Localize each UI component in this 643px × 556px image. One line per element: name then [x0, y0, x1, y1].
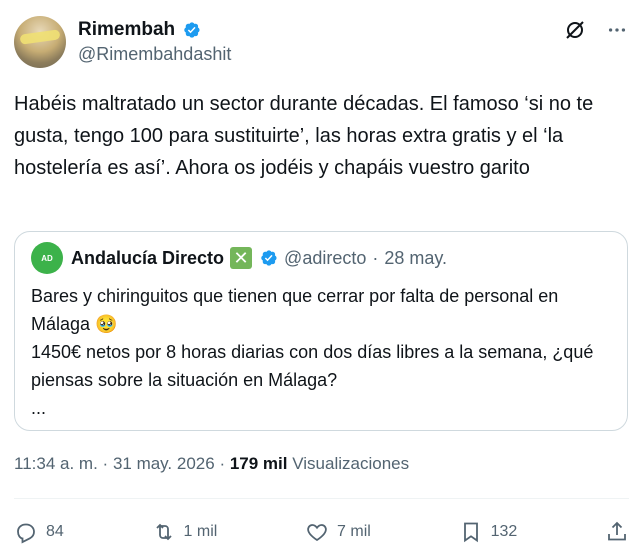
author-display-name[interactable]: Rimembah — [78, 18, 175, 42]
views-count: 179 mil — [229, 454, 288, 473]
verified-badge-icon — [261, 250, 277, 266]
quoted-handle: @adirecto — [284, 247, 367, 268]
tweet-meta: 11:34 a. m. · 31 may. 2026 · 179 mil Vis… — [14, 454, 409, 474]
repost-button[interactable]: 1 mil — [152, 520, 218, 544]
repost-count: 1 mil — [183, 523, 218, 540]
divider — [14, 498, 629, 499]
tweet-date[interactable]: 31 may. 2026 — [113, 454, 215, 473]
cross-mark-icon: ✕ — [230, 247, 253, 269]
quoted-text: Bares y chiringuitos que tienen que cerr… — [31, 286, 594, 418]
tweet-text: Habéis maltratado un sector durante déca… — [14, 93, 594, 179]
author-names: Rimembah @Rimembahdashit — [78, 18, 231, 66]
meta-separator: · — [102, 454, 109, 473]
bookmark-count: 132 — [490, 523, 518, 540]
tweet-header: Rimembah @Rimembahdashit — [14, 14, 629, 70]
share-button[interactable] — [605, 520, 629, 544]
share-icon — [608, 521, 626, 541]
reply-button[interactable]: 84 — [14, 520, 64, 544]
top-actions — [563, 18, 629, 42]
reply-icon — [17, 523, 35, 544]
quoted-header: AD Andalucía Directo ✕ @adirecto · 28 ma… — [31, 242, 611, 274]
bookmark-icon — [463, 522, 478, 543]
tweet: Rimembah @Rimembahdashit Habéis maltrata… — [0, 0, 643, 556]
repost-icon — [155, 523, 172, 541]
quoted-avatar: AD — [31, 242, 63, 274]
action-bar: 84 1 mil 7 mil 132 — [14, 514, 629, 550]
author-handle[interactable]: @Rimembahdashit — [78, 42, 231, 66]
more-icon[interactable] — [605, 18, 629, 42]
meta-separator-2: · — [219, 454, 226, 473]
tweet-time[interactable]: 11:34 a. m. — [14, 454, 98, 473]
reply-count: 84 — [46, 523, 64, 540]
quoted-date: 28 may. — [384, 247, 448, 268]
bookmark-button[interactable]: 132 — [459, 520, 518, 544]
views-label: Visualizaciones — [292, 454, 410, 473]
quoted-tweet[interactable]: AD Andalucía Directo ✕ @adirecto · 28 ma… — [14, 231, 628, 431]
like-icon — [307, 524, 327, 542]
quoted-separator: · — [372, 247, 379, 268]
author-display-name-row[interactable]: Rimembah — [78, 18, 201, 42]
verified-badge-icon — [184, 22, 200, 38]
quoted-display-name: Andalucía Directo — [71, 247, 225, 268]
like-count: 7 mil — [337, 523, 371, 540]
grok-icon[interactable] — [563, 18, 587, 42]
author-avatar[interactable] — [14, 16, 66, 68]
like-button[interactable]: 7 mil — [305, 520, 371, 544]
